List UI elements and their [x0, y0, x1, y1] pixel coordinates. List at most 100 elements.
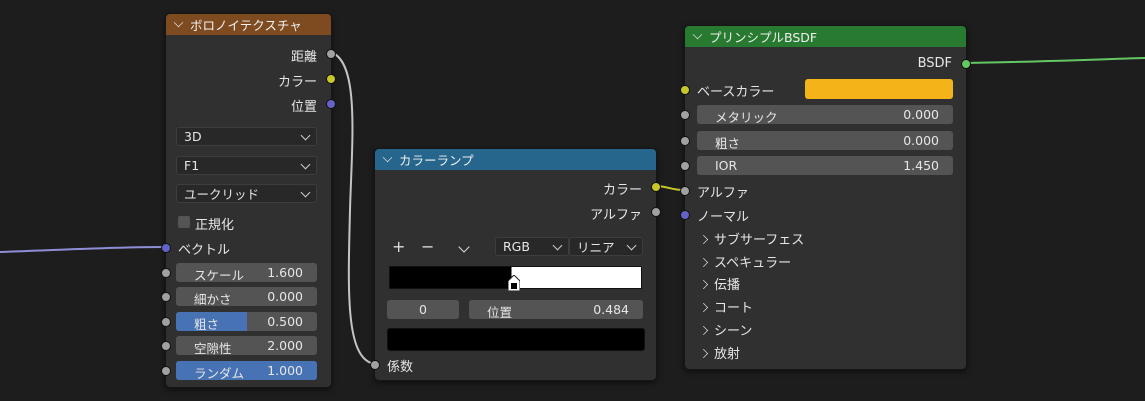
output-alpha-label: アルファ — [590, 208, 642, 223]
chevron-down-icon — [300, 130, 311, 141]
panel-transmission[interactable]: 伝播 — [698, 274, 740, 293]
color-mode-value: RGB — [503, 239, 530, 254]
output-color-socket[interactable] — [651, 182, 661, 192]
output-distance-label: 距離 — [290, 50, 317, 65]
panel-sheen[interactable]: シーン — [698, 320, 752, 339]
input-factor-socket[interactable] — [370, 360, 380, 370]
output-position-socket[interactable] — [326, 99, 336, 109]
lacunarity-label: 空隙性 — [194, 341, 232, 355]
input-metallic-socket[interactable] — [680, 110, 690, 120]
color-ramp-node[interactable]: カラーランプ カラー アルファ + − RGB リニア 0 位置 0.484 係… — [370, 148, 661, 381]
feature-value: F1 — [184, 158, 200, 173]
roughness-field[interactable]: 粗さ 0.000 — [697, 131, 953, 150]
input-randomness-socket[interactable] — [161, 366, 171, 376]
node-title: カラーランプ — [399, 153, 474, 168]
roughness-label: 粗さ — [715, 136, 741, 150]
remove-stop-button[interactable]: − — [421, 237, 434, 256]
stop-position-label: 位置 — [487, 305, 513, 319]
chevron-right-icon — [698, 302, 709, 313]
node-title: プリンシプルBSDF — [709, 30, 818, 45]
output-bsdf-label: BSDF — [917, 56, 952, 71]
bsdf-node-header[interactable]: プリンシプルBSDF — [685, 26, 966, 47]
output-bsdf-socket[interactable] — [961, 59, 971, 69]
scale-label: スケール — [194, 268, 245, 282]
normalize-label: 正規化 — [195, 218, 235, 233]
colorramp-node-header[interactable]: カラーランプ — [375, 149, 656, 170]
output-color-label: カラー — [602, 183, 642, 198]
roughness-value: 0.500 — [267, 314, 303, 329]
output-color-socket[interactable] — [326, 74, 336, 84]
node-title: ボロノイテクスチャ — [190, 18, 302, 33]
voronoi-texture-node[interactable]: ボロノイテクスチャ 距離 カラー 位置 3D F1 ユークリッド 正規化 ベクト… — [161, 13, 336, 388]
roughness-field[interactable]: 粗さ 0.500 — [176, 312, 317, 331]
chevron-right-icon — [698, 325, 709, 336]
chevron-right-icon — [698, 279, 709, 290]
metallic-value: 0.000 — [903, 107, 939, 122]
distance-metric-value: ユークリッド — [184, 187, 260, 202]
color-mode-dropdown[interactable]: RGB — [495, 237, 569, 256]
dimensions-value: 3D — [184, 129, 202, 144]
roughness-label: 粗さ — [194, 317, 220, 331]
interpolation-dropdown[interactable]: リニア — [569, 237, 643, 256]
collapse-chevron-icon[interactable] — [692, 29, 703, 40]
base-color-label: ベースカラー — [697, 85, 775, 100]
output-position-label: 位置 — [290, 100, 317, 115]
alpha-label: アルファ — [697, 186, 749, 201]
input-vector-label: ベクトル — [178, 243, 231, 258]
voronoi-node-header[interactable]: ボロノイテクスチャ — [166, 14, 331, 35]
ramp-menu-chevron-icon[interactable] — [458, 241, 470, 253]
chevron-down-icon — [300, 187, 311, 198]
input-lacunarity-socket[interactable] — [161, 341, 171, 351]
stop-color-swatch[interactable] — [387, 328, 645, 351]
chevron-down-icon — [300, 159, 311, 170]
active-stop-index-value: 0 — [419, 302, 427, 317]
base-color-swatch[interactable] — [805, 79, 953, 99]
active-stop-index-field[interactable]: 0 — [387, 300, 459, 319]
panel-emission[interactable]: 放射 — [698, 343, 740, 362]
metallic-field[interactable]: メタリック 0.000 — [697, 105, 953, 124]
scale-field[interactable]: スケール 1.600 — [176, 263, 317, 282]
panel-subsurface[interactable]: サブサーフェス — [698, 229, 804, 248]
principled-bsdf-node[interactable]: プリンシプルBSDF BSDF ベースカラー メタリック 0.000 粗さ 0.… — [680, 25, 971, 370]
chevron-right-icon — [698, 257, 709, 268]
output-color-label: カラー — [277, 75, 317, 90]
link-bsdf-out — [964, 57, 1145, 64]
collapse-chevron-icon[interactable] — [173, 17, 184, 28]
roughness-value: 0.000 — [903, 133, 939, 148]
collapse-chevron-icon[interactable] — [382, 152, 393, 163]
lacunarity-field[interactable]: 空隙性 2.000 — [176, 336, 317, 355]
add-stop-button[interactable]: + — [392, 237, 405, 256]
link-distance-to-factor — [329, 51, 376, 365]
input-base-color-socket[interactable] — [680, 85, 690, 95]
stop-position-field[interactable]: 位置 0.484 — [469, 300, 643, 319]
normal-label: ノーマル — [697, 210, 750, 225]
input-vector-socket[interactable] — [161, 243, 171, 253]
input-detail-socket[interactable] — [161, 292, 171, 302]
distance-metric-dropdown[interactable]: ユークリッド — [176, 184, 317, 203]
input-scale-socket[interactable] — [161, 268, 171, 278]
panel-specular[interactable]: スペキュラー — [698, 252, 791, 271]
ior-value: 1.450 — [903, 158, 939, 173]
output-distance-socket[interactable] — [326, 49, 336, 59]
ramp-stop-marker-icon[interactable] — [507, 274, 521, 292]
chevron-right-icon — [698, 348, 709, 359]
chevron-down-icon — [552, 240, 563, 251]
scale-value: 1.600 — [267, 265, 303, 280]
dimensions-dropdown[interactable]: 3D — [176, 127, 317, 146]
input-roughness-socket[interactable] — [161, 317, 171, 327]
input-factor-label: 係数 — [387, 360, 414, 375]
randomness-field[interactable]: ランダム 1.000 — [176, 361, 317, 380]
ior-field[interactable]: IOR 1.450 — [697, 156, 953, 175]
lacunarity-value: 2.000 — [267, 338, 303, 353]
output-alpha-socket[interactable] — [651, 207, 661, 217]
input-ior-socket[interactable] — [680, 161, 690, 171]
feature-dropdown[interactable]: F1 — [176, 156, 317, 175]
normalize-checkbox[interactable] — [178, 216, 190, 228]
ior-label: IOR — [715, 158, 738, 173]
detail-field[interactable]: 細かさ 0.000 — [176, 287, 317, 306]
input-roughness-socket[interactable] — [680, 136, 690, 146]
input-alpha-socket[interactable] — [680, 186, 690, 196]
input-normal-socket[interactable] — [680, 210, 690, 220]
randomness-label: ランダム — [194, 366, 245, 380]
panel-coat[interactable]: コート — [698, 297, 753, 316]
